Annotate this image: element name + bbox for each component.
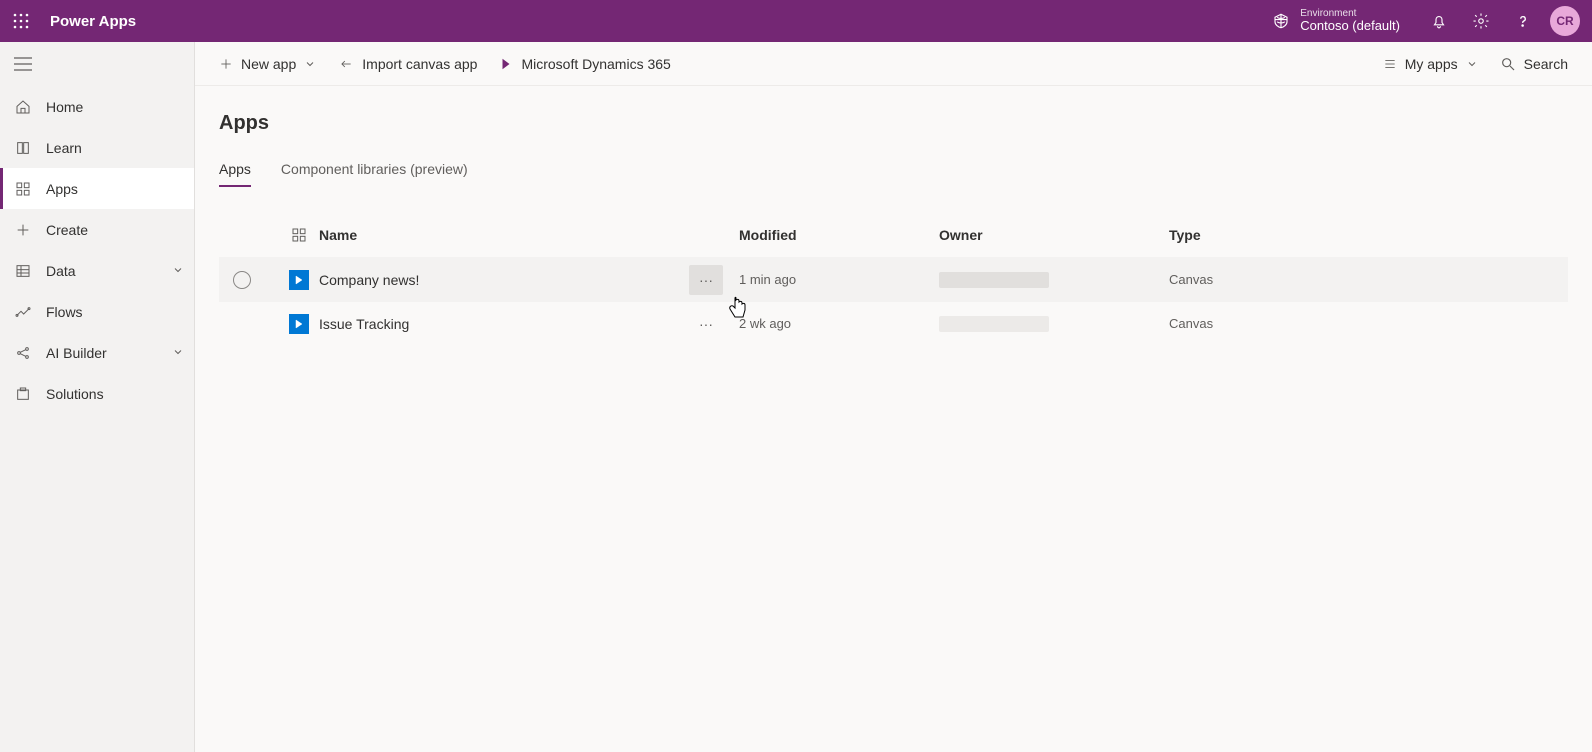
nav-home[interactable]: Home: [0, 86, 194, 127]
plus-icon: [14, 222, 32, 238]
cmd-label: New app: [241, 56, 296, 72]
table-row[interactable]: Company news! ··· 1 min ago Canvas: [219, 257, 1568, 301]
table-row[interactable]: Issue Tracking ··· 2 wk ago Canvas: [219, 301, 1568, 345]
user-avatar[interactable]: CR: [1550, 6, 1580, 36]
search-icon: [1500, 56, 1516, 72]
nav-learn[interactable]: Learn: [0, 127, 194, 168]
collapse-nav-button[interactable]: [0, 42, 194, 86]
row-more-button[interactable]: ···: [689, 309, 723, 339]
app-type-column-icon: [279, 227, 319, 243]
col-name[interactable]: Name: [319, 227, 689, 243]
cmd-label: Microsoft Dynamics 365: [521, 56, 670, 72]
notifications-button[interactable]: [1418, 0, 1460, 42]
nav-label: Flows: [46, 304, 83, 320]
nav-label: AI Builder: [46, 345, 107, 361]
col-type[interactable]: Type: [1169, 227, 1369, 243]
chevron-down-icon: [172, 345, 184, 361]
row-type: Canvas: [1169, 316, 1369, 331]
col-modified[interactable]: Modified: [739, 227, 939, 243]
app-launcher-button[interactable]: [0, 0, 42, 42]
global-header: Power Apps Environment Contoso (default)…: [0, 0, 1592, 42]
row-type: Canvas: [1169, 272, 1369, 287]
apps-table: Name Modified Owner Type Company news! ·…: [219, 213, 1568, 345]
nav-apps[interactable]: Apps: [0, 168, 194, 209]
row-owner: [939, 272, 1049, 288]
chevron-down-icon: [1466, 58, 1478, 70]
page-title: Apps: [219, 112, 1568, 135]
settings-button[interactable]: [1460, 0, 1502, 42]
row-modified: 1 min ago: [739, 272, 939, 287]
new-app-button[interactable]: New app: [219, 56, 316, 72]
row-select-circle[interactable]: [233, 271, 251, 289]
hamburger-icon: [14, 57, 32, 71]
row-modified: 2 wk ago: [739, 316, 939, 331]
help-icon: [1514, 12, 1532, 30]
solutions-icon: [14, 386, 32, 402]
gear-icon: [1472, 12, 1490, 30]
list-icon: [1383, 57, 1397, 71]
main-area: New app Import canvas app Microsoft Dyna…: [195, 42, 1592, 752]
row-more-button[interactable]: ···: [689, 265, 723, 295]
flow-icon: [14, 304, 32, 320]
search-button[interactable]: Search: [1500, 56, 1568, 72]
environment-name: Contoso (default): [1300, 19, 1400, 34]
apps-icon: [14, 181, 32, 197]
import-canvas-button[interactable]: Import canvas app: [338, 56, 477, 72]
import-icon: [338, 57, 354, 71]
cmd-label: Search: [1524, 56, 1568, 72]
dynamics-icon: [499, 57, 513, 71]
command-bar: New app Import canvas app Microsoft Dyna…: [195, 42, 1592, 86]
tabs: Apps Component libraries (preview): [219, 161, 1568, 187]
nav-data[interactable]: Data: [0, 250, 194, 291]
nav-label: Home: [46, 99, 83, 115]
environment-label: Environment: [1300, 8, 1400, 20]
plus-icon: [219, 57, 233, 71]
nav-label: Create: [46, 222, 88, 238]
book-icon: [14, 140, 32, 156]
nav-label: Learn: [46, 140, 82, 156]
nav-label: Solutions: [46, 386, 104, 402]
chevron-down-icon: [172, 263, 184, 279]
nav-solutions[interactable]: Solutions: [0, 373, 194, 414]
bell-icon: [1430, 12, 1448, 30]
cmd-label: Import canvas app: [362, 56, 477, 72]
canvas-app-icon: [289, 314, 309, 334]
tab-apps[interactable]: Apps: [219, 161, 251, 187]
brand-title[interactable]: Power Apps: [50, 13, 136, 30]
nav-label: Data: [46, 263, 76, 279]
help-button[interactable]: [1502, 0, 1544, 42]
nav-ai-builder[interactable]: AI Builder: [0, 332, 194, 373]
view-filter-button[interactable]: My apps: [1383, 56, 1478, 72]
row-owner: [939, 316, 1049, 332]
row-name[interactable]: Company news!: [319, 272, 689, 288]
environment-icon: [1272, 12, 1290, 30]
canvas-app-icon: [289, 270, 309, 290]
waffle-icon: [13, 13, 29, 29]
tab-component-libraries[interactable]: Component libraries (preview): [281, 161, 468, 187]
data-icon: [14, 263, 32, 279]
environment-picker[interactable]: Environment Contoso (default): [1254, 0, 1418, 42]
dynamics-button[interactable]: Microsoft Dynamics 365: [499, 56, 670, 72]
nav-flows[interactable]: Flows: [0, 291, 194, 332]
nav-create[interactable]: Create: [0, 209, 194, 250]
left-nav: Home Learn Apps Create Data: [0, 42, 195, 752]
nav-label: Apps: [46, 181, 78, 197]
col-owner[interactable]: Owner: [939, 227, 1169, 243]
chevron-down-icon: [304, 58, 316, 70]
home-icon: [14, 99, 32, 115]
table-header: Name Modified Owner Type: [219, 213, 1568, 257]
cmd-label: My apps: [1405, 56, 1458, 72]
ai-icon: [14, 345, 32, 361]
row-name[interactable]: Issue Tracking: [319, 316, 689, 332]
